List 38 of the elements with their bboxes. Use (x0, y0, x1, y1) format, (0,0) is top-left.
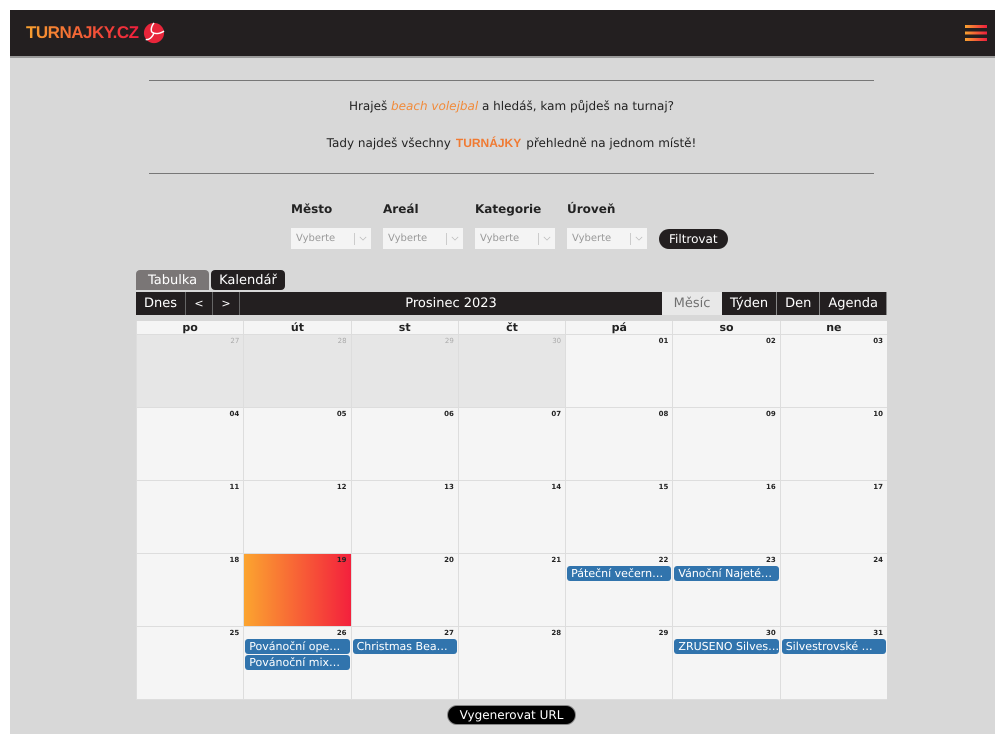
event-chip[interactable]: Páteční večern… (567, 566, 672, 581)
intro-text: přehledně na jednom místě! (526, 136, 696, 151)
chevron-down-icon (451, 236, 459, 241)
intro-text: Tady najdeš všechny (326, 136, 451, 151)
weekday-header: čt (458, 321, 566, 334)
weekday-header: ne (780, 321, 887, 334)
weekday-header: po (136, 321, 244, 334)
filter-label: Úroveň (567, 202, 616, 216)
filter-select[interactable]: Vyberte (291, 228, 371, 249)
month-title: Prosinec 2023 (404, 295, 498, 313)
view-tab[interactable]: Tabulka (136, 270, 210, 290)
view-button[interactable]: Měsíc (662, 292, 722, 315)
chevron-down-icon (359, 236, 367, 241)
filter-label: Areál (383, 202, 420, 216)
weekday-header: út (243, 321, 351, 334)
brand-text: TURNÁJKY (456, 136, 522, 151)
chevron-down-icon (635, 236, 643, 241)
weekday-header: pá (565, 321, 672, 334)
filter-select[interactable]: Vyberte (383, 228, 463, 249)
event-chip[interactable]: Povánoční mix… (245, 655, 350, 670)
menu-icon[interactable] (965, 24, 987, 42)
event-chip[interactable]: Vánoční Najeté… (674, 566, 779, 581)
volleyball-icon (142, 22, 165, 44)
filter-select[interactable]: Vyberte (475, 228, 555, 249)
event-chip[interactable]: Christmas Bea… (352, 639, 457, 654)
view-tab[interactable]: Kalendář (211, 270, 285, 290)
filter-button[interactable]: Filtrovat (659, 229, 728, 249)
filter-label: Kategorie (475, 202, 542, 216)
chevron-down-icon (543, 236, 551, 241)
generate-url-button[interactable]: Vygenerovat URL (446, 705, 576, 725)
event-chip[interactable]: ZRUSENO Silves… (674, 639, 779, 654)
weekday-header: st (350, 321, 458, 334)
filter-select[interactable]: Vyberte (567, 228, 647, 249)
filter-label: Město (291, 202, 334, 216)
weekday-header: so (672, 321, 780, 334)
event-chip[interactable]: Povánoční ope… (245, 639, 350, 654)
intro-text: Hraješ beach volejbal a hledáš, kam půjdeš na turnaj? (348, 99, 676, 114)
event-chip[interactable]: Silvestrovské … (782, 639, 886, 654)
